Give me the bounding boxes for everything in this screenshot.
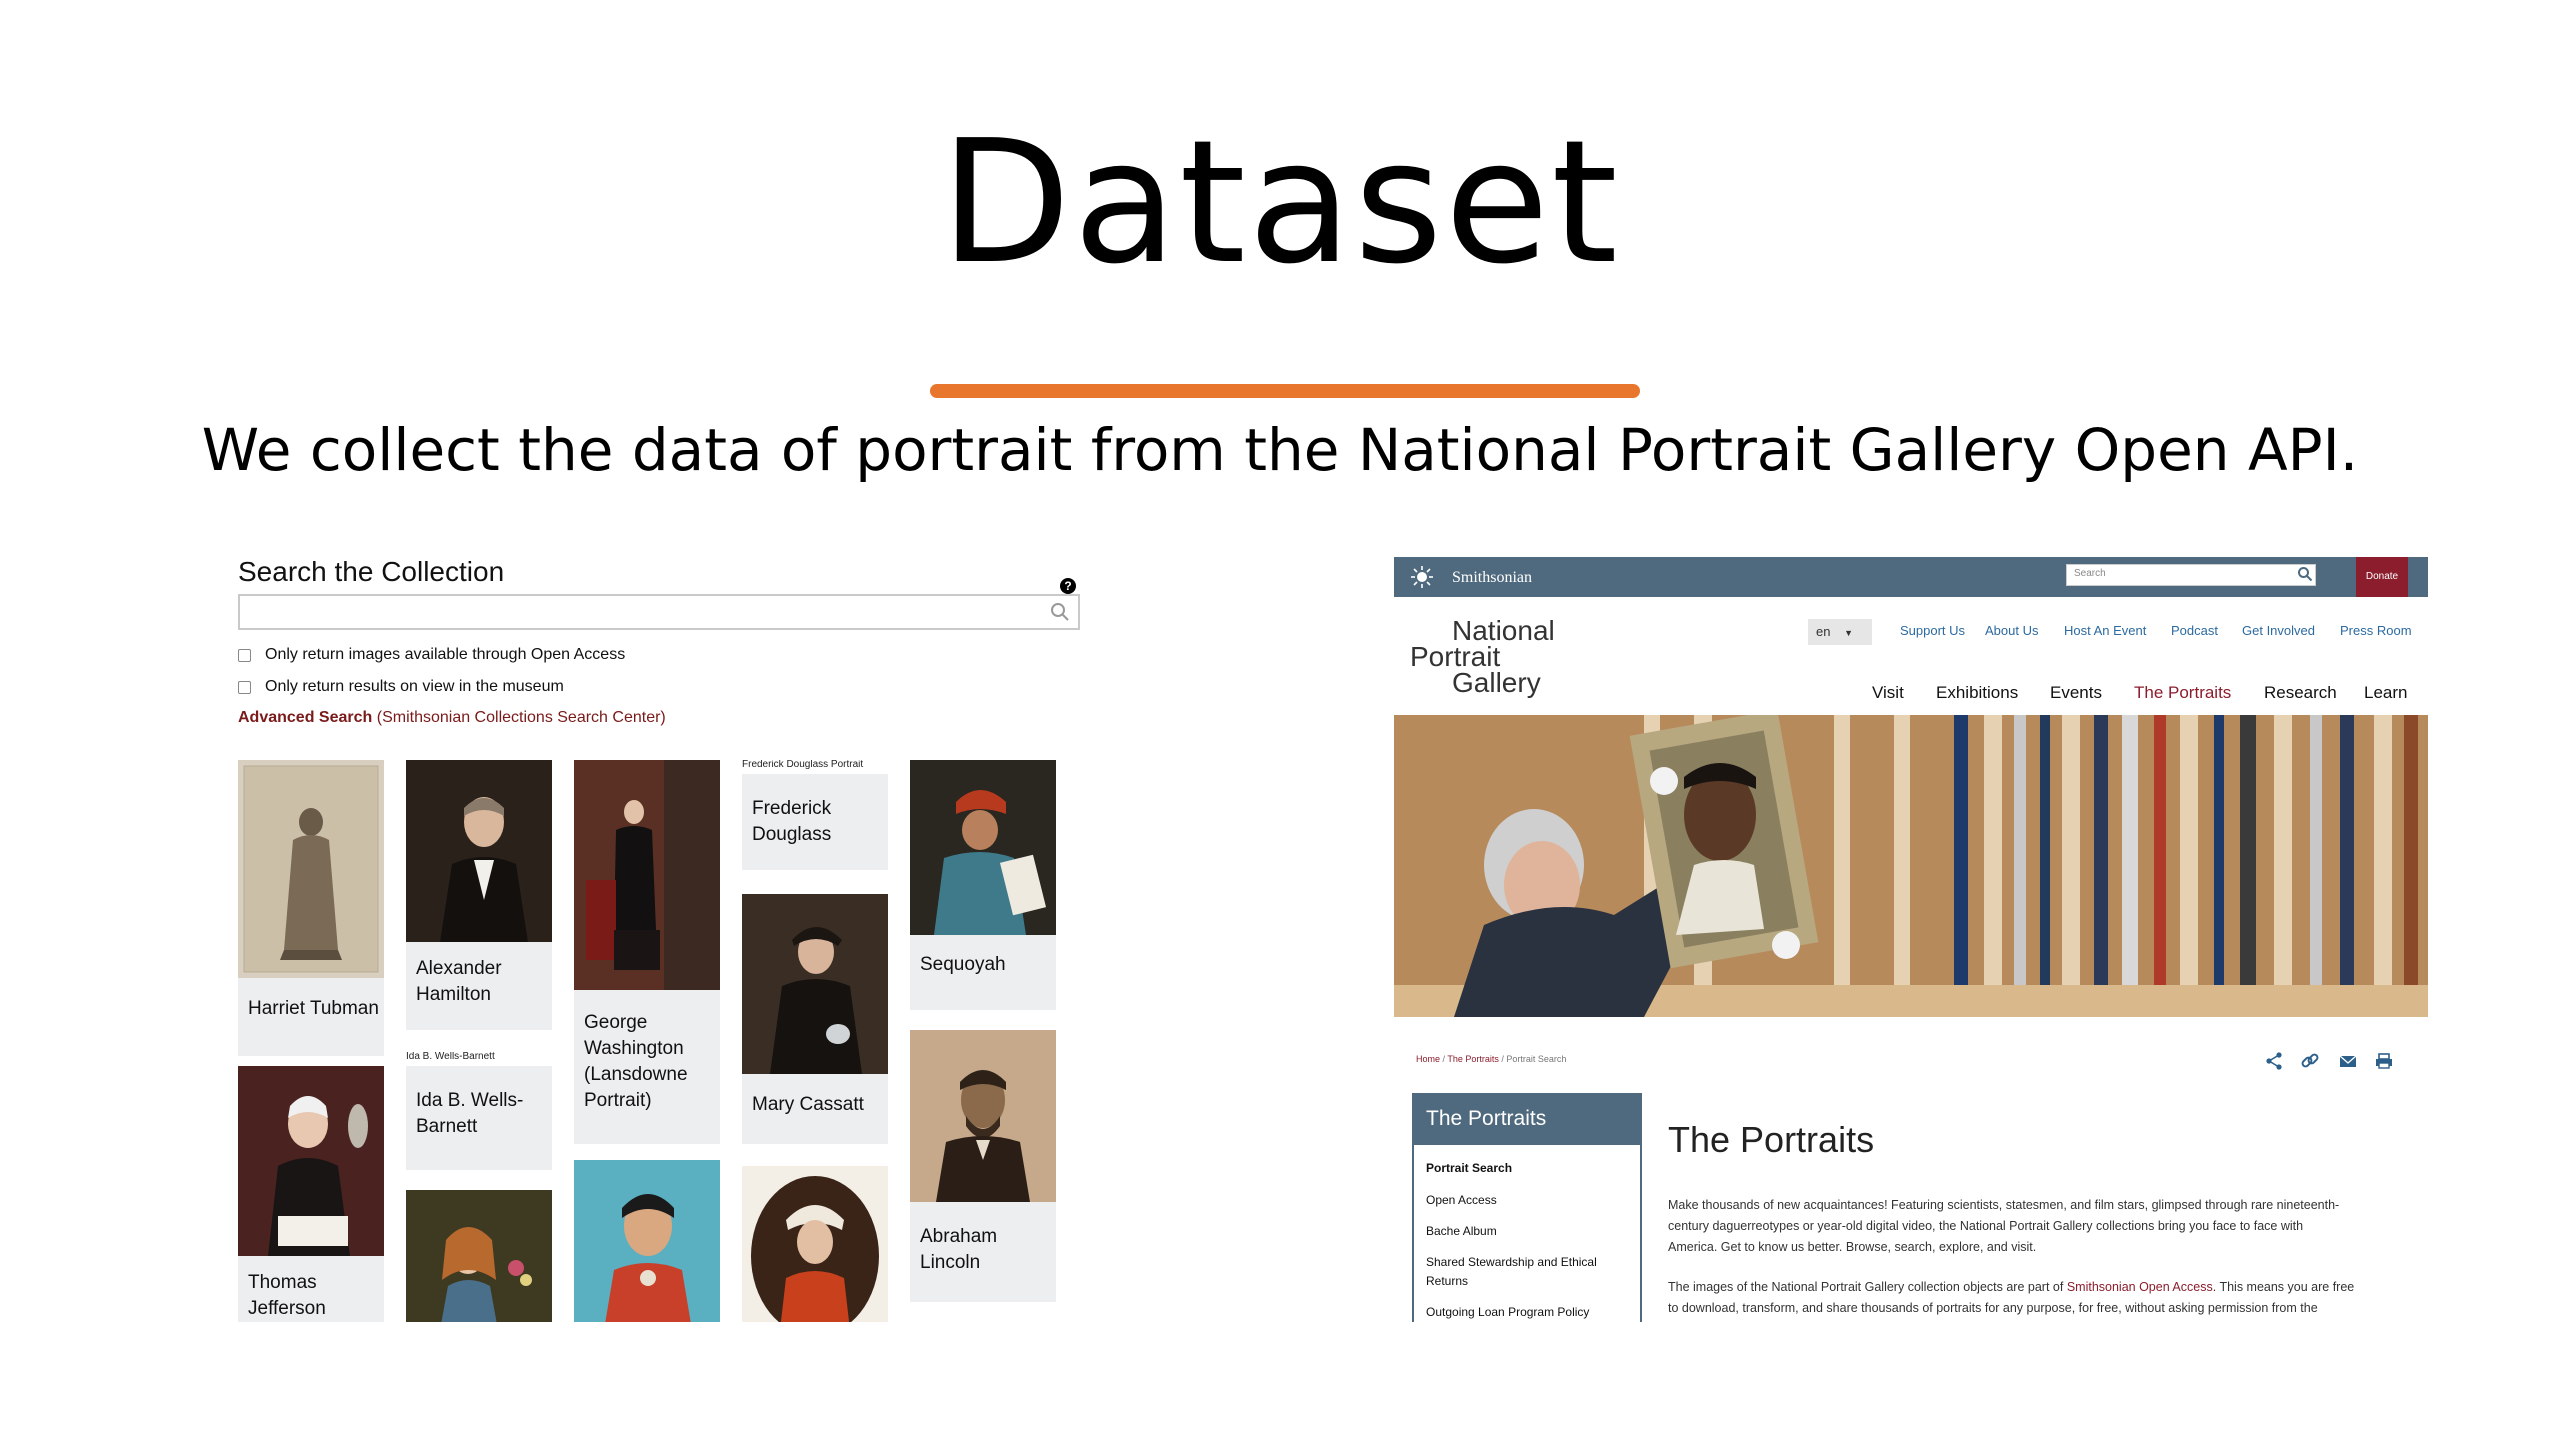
link-icon[interactable] bbox=[2300, 1051, 2320, 1071]
result-name: Sequoyah bbox=[920, 954, 1006, 975]
language-select[interactable]: en ▼ bbox=[1808, 619, 1872, 645]
open-access-pre: The images of the National Portrait Gall… bbox=[1668, 1280, 2067, 1294]
result-card-frederick-douglass[interactable]: Frederick Douglass Portrait Frederick Do… bbox=[742, 760, 888, 870]
open-access-checkbox[interactable] bbox=[238, 648, 251, 662]
portrait-image bbox=[574, 760, 720, 990]
chevron-down-icon: ▼ bbox=[1844, 628, 1854, 638]
nav-get-involved[interactable]: Get Involved bbox=[2242, 623, 2315, 638]
on-view-label: Only return results on view in the museu… bbox=[265, 678, 564, 695]
portrait-image bbox=[910, 1030, 1056, 1202]
nav-research[interactable]: Research bbox=[2264, 683, 2337, 703]
portrait-image bbox=[406, 1190, 552, 1322]
search-icon[interactable] bbox=[2297, 566, 2313, 582]
result-name: Harriet Tubman bbox=[248, 998, 379, 1019]
result-card-harriet-tubman[interactable]: Harriet Tubman bbox=[238, 760, 384, 1056]
sidebar-item-shared-stewardship-line2[interactable]: Returns bbox=[1426, 1274, 1468, 1288]
portrait-image bbox=[910, 760, 1056, 935]
open-access-paragraph: The images of the National Portrait Gall… bbox=[1668, 1277, 2418, 1319]
nav-about-us[interactable]: About Us bbox=[1985, 623, 2038, 638]
smithsonian-open-access-link[interactable]: Smithsonian Open Access bbox=[2067, 1280, 2213, 1294]
search-icon[interactable] bbox=[1048, 600, 1072, 624]
broken-image: Frederick Douglass Portrait bbox=[742, 760, 888, 774]
result-card-alexander-hamilton[interactable]: Alexander Hamilton bbox=[406, 760, 552, 1030]
open-access-line-2: to download, transform, and share thousa… bbox=[1668, 1301, 2318, 1315]
portrait-image bbox=[742, 894, 888, 1074]
on-view-checkbox[interactable] bbox=[238, 680, 251, 694]
sidebar-item-outgoing-loan[interactable]: Outgoing Loan Program Policy bbox=[1426, 1305, 1589, 1319]
result-card-ida-b-wells-barnett[interactable]: Ida B. Wells-Barnett Ida B. Wells-Barnet… bbox=[406, 1052, 552, 1170]
result-card-george-washington[interactable]: George Washington (Lansdowne Portrait) bbox=[574, 760, 720, 1144]
open-access-option[interactable]: Only return images available through Ope… bbox=[238, 646, 625, 664]
question-icon[interactable]: ? bbox=[1060, 578, 1076, 594]
intro-line: America. Get to know us better. Browse, … bbox=[1668, 1240, 2037, 1254]
slide-title: Dataset bbox=[940, 104, 1620, 302]
breadcrumb-current: Portrait Search bbox=[1506, 1054, 1567, 1064]
npg-logo-line3[interactable]: Gallery bbox=[1452, 667, 1541, 699]
search-heading: Search the Collection bbox=[238, 556, 505, 587]
breadcrumb-portraits[interactable]: The Portraits bbox=[1447, 1054, 1499, 1064]
smithsonian-wordmark[interactable]: Smithsonian bbox=[1452, 569, 1532, 587]
open-access-label: Only return images available through Ope… bbox=[265, 646, 626, 663]
portrait-image bbox=[406, 760, 552, 942]
result-name: George Washington (Lansdowne Portrait) bbox=[584, 1012, 688, 1111]
portrait-image bbox=[742, 1166, 888, 1322]
share-icon[interactable] bbox=[2264, 1051, 2284, 1071]
result-name: Frederick Douglass bbox=[752, 798, 832, 845]
sidebar-item-bache-album[interactable]: Bache Album bbox=[1426, 1224, 1497, 1238]
portrait-image bbox=[574, 1160, 720, 1322]
result-name: Abraham Lincoln bbox=[920, 1226, 998, 1273]
site-search-placeholder: Search bbox=[2074, 568, 2106, 579]
result-card-frida-kahlo[interactable] bbox=[574, 1160, 720, 1322]
breadcrumb: Home / The Portraits / Portrait Search bbox=[1416, 1054, 1567, 1064]
nav-events[interactable]: Events bbox=[2050, 683, 2102, 703]
result-card-woman-in-bonnet[interactable] bbox=[742, 1166, 888, 1322]
sidebar-item-portrait-search[interactable]: Portrait Search bbox=[1426, 1161, 1512, 1175]
donate-button[interactable]: Donate bbox=[2356, 557, 2408, 597]
collection-search-input[interactable] bbox=[238, 594, 1080, 630]
result-name: Ida B. Wells-Barnett bbox=[416, 1090, 524, 1137]
result-card-abraham-lincoln[interactable]: Abraham Lincoln bbox=[910, 1030, 1056, 1302]
nav-podcast[interactable]: Podcast bbox=[2171, 623, 2218, 638]
collection-search-screenshot: Search the Collection ? Only return imag… bbox=[236, 552, 1096, 1322]
hero-image bbox=[1394, 715, 2428, 1017]
broken-image: Ida B. Wells-Barnett bbox=[406, 1052, 552, 1066]
intro-paragraph: Make thousands of new acquaintances! Fea… bbox=[1668, 1195, 2418, 1258]
nav-support-us[interactable]: Support Us bbox=[1900, 623, 1965, 638]
open-access-line: The images of the National Portrait Gall… bbox=[1668, 1277, 2418, 1298]
nav-host-an-event[interactable]: Host An Event bbox=[2064, 623, 2146, 638]
nav-visit[interactable]: Visit bbox=[1872, 683, 1904, 703]
portrait-image bbox=[238, 1066, 384, 1256]
result-name: Mary Cassatt bbox=[752, 1094, 864, 1115]
intro-line: century daguerreotypes or year-old digit… bbox=[1668, 1219, 2304, 1233]
on-view-option[interactable]: Only return results on view in the museu… bbox=[238, 678, 564, 696]
advanced-search-link[interactable]: Advanced Search (Smithsonian Collections… bbox=[238, 709, 666, 727]
npg-website-screenshot: Smithsonian Search Donate National Portr… bbox=[1394, 557, 2428, 1322]
nav-the-portraits[interactable]: The Portraits bbox=[2134, 683, 2231, 703]
advanced-search-suffix: (Smithsonian Collections Search Center) bbox=[376, 709, 666, 726]
sidebar-title[interactable]: The Portraits bbox=[1412, 1093, 1642, 1145]
portrait-image bbox=[238, 760, 384, 978]
result-card-sequoyah[interactable]: Sequoyah bbox=[910, 760, 1056, 1010]
print-icon[interactable] bbox=[2374, 1051, 2394, 1071]
result-card-mary-cassatt[interactable]: Mary Cassatt bbox=[742, 894, 888, 1144]
page-title: The Portraits bbox=[1668, 1119, 1875, 1160]
title-underline bbox=[930, 384, 1640, 398]
breadcrumb-home[interactable]: Home bbox=[1416, 1054, 1440, 1064]
intro-line: Make thousands of new acquaintances! Fea… bbox=[1668, 1198, 2340, 1212]
sun-logo-icon[interactable] bbox=[1410, 565, 1434, 589]
language-value: en bbox=[1816, 624, 1831, 639]
nav-press-room[interactable]: Press Room bbox=[2340, 623, 2412, 638]
open-access-post: . This means you are free bbox=[2212, 1280, 2355, 1294]
sidebar-item-open-access[interactable]: Open Access bbox=[1426, 1193, 1497, 1207]
email-icon[interactable] bbox=[2338, 1051, 2358, 1071]
result-name: Thomas Jefferson bbox=[248, 1272, 326, 1319]
result-card-girl-portrait[interactable] bbox=[406, 1190, 552, 1322]
nav-learn[interactable]: Learn bbox=[2364, 683, 2407, 703]
sidebar-item-shared-stewardship[interactable]: Shared Stewardship and Ethical bbox=[1426, 1255, 1597, 1269]
advanced-search-label: Advanced Search bbox=[238, 709, 373, 726]
nav-exhibitions[interactable]: Exhibitions bbox=[1936, 683, 2018, 703]
result-name: Alexander Hamilton bbox=[416, 958, 502, 1005]
slide-subtitle: We collect the data of portrait from the… bbox=[201, 416, 2359, 484]
result-card-thomas-jefferson[interactable]: Thomas Jefferson bbox=[238, 1066, 384, 1322]
